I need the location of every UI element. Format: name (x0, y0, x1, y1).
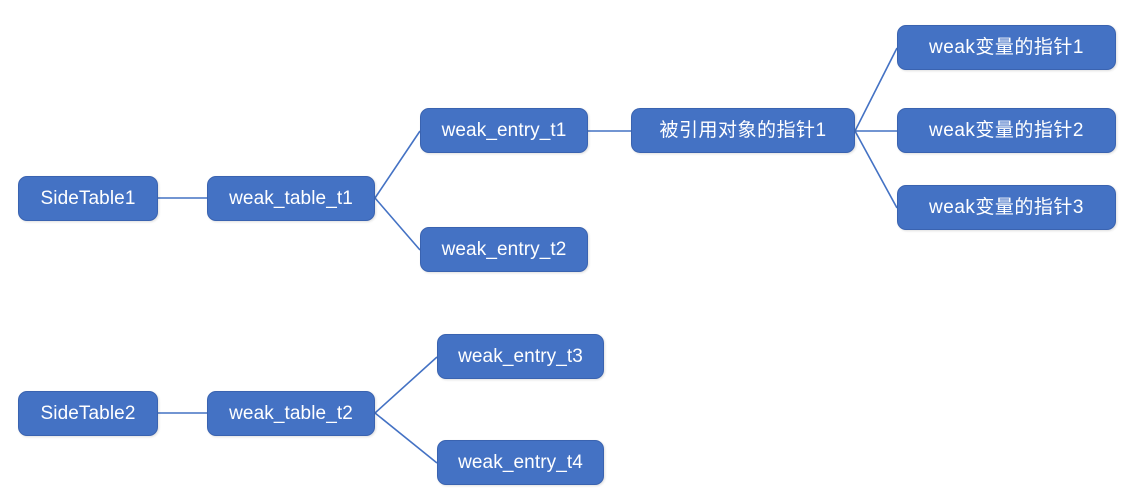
node-weak_entry_t3[interactable]: weak_entry_t3 (437, 334, 604, 379)
node-sidetable2[interactable]: SideTable2 (18, 391, 158, 436)
diagram-canvas: SideTable1 weak_table_t1 weak_entry_t1 weak… (0, 0, 1133, 500)
node-label-weak_table_t2: weak_table_t2 (229, 403, 353, 424)
connector-weak_table_t1-to-weak_entry_t1 (374, 130, 421, 199)
node-label-weak_table_t1: weak_table_t1 (229, 188, 353, 209)
node-sidetable1[interactable]: SideTable1 (18, 176, 158, 221)
node-weak_entry_t2[interactable]: weak_entry_t2 (420, 227, 588, 272)
node-label-weak_entry_t4: weak_entry_t4 (458, 452, 583, 473)
node-referenced_obj1[interactable]: 被引用对象的指针1 (631, 108, 855, 153)
node-weak_entry_t4[interactable]: weak_entry_t4 (437, 440, 604, 485)
node-label-sidetable2: SideTable2 (40, 403, 136, 424)
node-weak_entry_t1[interactable]: weak_entry_t1 (420, 108, 588, 153)
node-weak_ptr3[interactable]: weak变量的指针3 (897, 185, 1116, 230)
connector-referenced_obj1-to-weak_ptr1 (854, 47, 898, 132)
connector-weak_table_t2-to-weak_entry_t3 (374, 356, 438, 414)
node-label-weak_ptr2: weak变量的指针2 (929, 120, 1084, 141)
node-label-sidetable1: SideTable1 (40, 188, 136, 209)
connector-referenced_obj1-to-weak_ptr3 (854, 130, 898, 209)
connector-weak_table_t2-to-weak_entry_t4 (374, 412, 438, 464)
node-weak_ptr2[interactable]: weak变量的指针2 (897, 108, 1116, 153)
node-label-weak_entry_t3: weak_entry_t3 (458, 346, 583, 367)
node-label-weak_entry_t2: weak_entry_t2 (441, 239, 567, 260)
node-label-weak_entry_t1: weak_entry_t1 (441, 120, 567, 141)
node-weak_ptr1[interactable]: weak变量的指针1 (897, 25, 1116, 70)
node-weak_table_t1[interactable]: weak_table_t1 (207, 176, 375, 221)
node-label-weak_ptr1: weak变量的指针1 (929, 37, 1084, 58)
connector-weak_table_t1-to-weak_entry_t2 (374, 197, 421, 251)
node-weak_table_t2[interactable]: weak_table_t2 (207, 391, 375, 436)
node-label-referenced_obj1: 被引用对象的指针1 (659, 120, 827, 141)
node-label-weak_ptr3: weak变量的指针3 (929, 197, 1084, 218)
